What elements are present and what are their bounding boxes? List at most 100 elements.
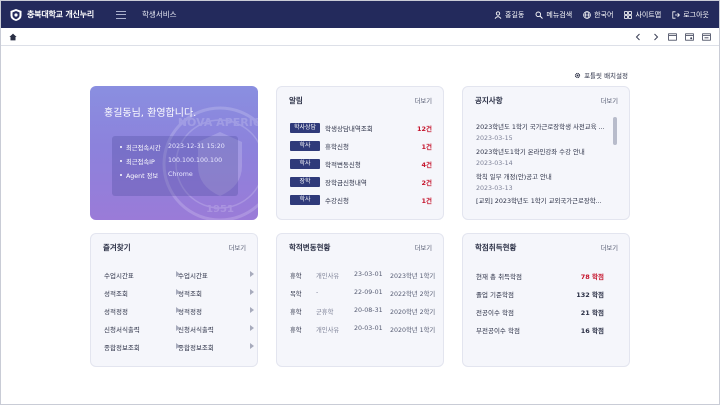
chevron-right-icon bbox=[250, 325, 254, 331]
favorite-item[interactable]: 성적정정 bbox=[178, 306, 254, 316]
info-row: 최근접속시간 2023-12-31 15:20 bbox=[120, 143, 225, 152]
credit-row: 졸업 기준학점 132 학점 bbox=[476, 289, 604, 299]
credit-label: 졸업 기준학점 bbox=[476, 291, 514, 299]
favorite-item[interactable]: 수업시간표 bbox=[178, 270, 254, 280]
alarm-tag: 장학 bbox=[290, 177, 320, 187]
gear-icon bbox=[574, 72, 581, 78]
info-row: 최근접속IP 100.100.100.100 bbox=[120, 157, 222, 166]
favorite-item[interactable]: 종합정보조회 bbox=[178, 342, 254, 352]
logo[interactable]: 충북대학교 개신누리 bbox=[9, 8, 94, 22]
table-row[interactable]: 복학 - 22-09-01 2022학년 2학기 bbox=[290, 289, 438, 298]
alarm-tag: 학사 bbox=[290, 195, 320, 205]
login-info-box: 최근접속시간 2023-12-31 15:20 최근접속IP 100.100.100… bbox=[112, 136, 238, 196]
alarm-label: 수강신청 bbox=[325, 197, 349, 205]
table-row[interactable]: 휴학 개인사유 23-03-01 2023학년 1학기 bbox=[290, 271, 438, 280]
change-reason: 군휴학 bbox=[316, 309, 334, 316]
print-window-icon[interactable] bbox=[702, 32, 711, 41]
logo-text: 충북대학교 개신누리 bbox=[27, 10, 95, 19]
change-type: 휴학 bbox=[290, 327, 302, 334]
home-icon[interactable] bbox=[9, 33, 17, 41]
notice-item-date: 2023-03-13 bbox=[476, 185, 513, 192]
logout-button[interactable]: 로그아웃 bbox=[672, 10, 709, 20]
notice-item-title: 2023학년도1학기 온라인강좌 수강 안내 bbox=[476, 148, 585, 156]
alarm-count: 1건 bbox=[421, 143, 432, 151]
chevron-right-icon bbox=[250, 343, 254, 349]
favorite-label: 종합정보조회 bbox=[178, 344, 214, 352]
info-value: Chrome bbox=[168, 171, 193, 178]
new-window-icon[interactable] bbox=[685, 32, 694, 41]
favorite-item[interactable]: 신청서식출력 bbox=[104, 324, 180, 334]
credits-more-link[interactable]: 더보기 bbox=[601, 243, 618, 252]
credit-value: 21 학점 bbox=[580, 309, 604, 317]
header-actions: 홍길동 메뉴검색 한국어 사이트맵 로그아웃 bbox=[494, 10, 709, 20]
credit-value: 132 학점 bbox=[576, 291, 604, 299]
info-value: 100.100.100.100 bbox=[168, 157, 223, 164]
favorite-label: 신청서식출력 bbox=[178, 326, 214, 334]
favorite-item[interactable]: 신청서식출력 bbox=[178, 324, 254, 334]
globe-icon bbox=[583, 10, 591, 19]
hamburger-menu-icon[interactable] bbox=[116, 10, 127, 19]
notice-item-title: 학칙 일부 개정(안)공고 안내 bbox=[476, 173, 552, 181]
favorites-title: 즐겨찾기 bbox=[103, 243, 131, 252]
chevron-left-icon[interactable] bbox=[634, 33, 643, 41]
table-row[interactable]: 휴학 군휴학 20-08-31 2020학년 2학기 bbox=[290, 307, 438, 316]
info-key: 최근접속IP bbox=[126, 159, 155, 166]
user-name-label: 홍길동 bbox=[505, 10, 525, 19]
alarm-more-link[interactable]: 더보기 bbox=[415, 96, 432, 105]
change-term: 2020학년 2학기 bbox=[390, 309, 436, 316]
credit-label: 전공이수 학점 bbox=[476, 309, 514, 317]
university-emblem-icon bbox=[10, 8, 22, 21]
portlet-setting-button[interactable]: 포틀릿 배치설정 bbox=[574, 70, 628, 80]
window-icon[interactable] bbox=[668, 32, 677, 41]
favorites-more-link[interactable]: 더보기 bbox=[229, 243, 246, 252]
favorite-item[interactable]: 종합정보조회 bbox=[104, 342, 180, 352]
language-button[interactable]: 한국어 bbox=[583, 10, 613, 20]
alarm-row[interactable]: 학사 학적변동신청 4건 bbox=[290, 159, 432, 169]
sitemap-button[interactable]: 사이트맵 bbox=[624, 10, 661, 20]
notice-item-title: [교외] 2023학년도 1학기 교외국가근로장학... bbox=[476, 197, 602, 205]
notice-item[interactable]: 학칙 일부 개정(안)공고 안내 2023-03-13 bbox=[476, 172, 606, 192]
favorite-item[interactable]: 수업시간표 bbox=[104, 270, 180, 280]
alarm-row[interactable]: 장학 장학금신청내역 2건 bbox=[290, 177, 432, 187]
favorite-item[interactable]: 성적조회 bbox=[178, 288, 254, 298]
table-row[interactable]: 휴학 개인사유 20-03-01 2020학년 1학기 bbox=[290, 325, 438, 334]
credits-card: 학점취득현황 더보기 현재 총 취득학점 78 학점 졸업 기준학점 132 학… bbox=[462, 233, 630, 367]
favorite-item[interactable]: 성적조회 bbox=[104, 288, 180, 298]
change-type: 복학 bbox=[290, 291, 302, 298]
favorite-item[interactable]: 성적정정 bbox=[104, 306, 180, 316]
alarm-row[interactable]: 학사 휴학신청 1건 bbox=[290, 141, 432, 151]
notice-item[interactable]: 2023학년도1학기 온라인강좌 수강 안내 2023-03-14 bbox=[476, 147, 606, 167]
notice-item[interactable]: [교외] 2023학년도 1학기 교외국가근로장학... bbox=[476, 196, 606, 205]
portlet-setting-label: 포틀릿 배치설정 bbox=[584, 72, 628, 80]
notice-scrollbar[interactable] bbox=[613, 117, 617, 145]
alarm-row[interactable]: 학사상담 학생상담내역조회 12건 bbox=[290, 123, 432, 133]
change-reason: 개인사유 bbox=[316, 273, 340, 280]
alarm-count: 2건 bbox=[421, 179, 432, 187]
menu-search-button[interactable]: 메뉴검색 bbox=[535, 10, 572, 20]
logout-label: 로그아웃 bbox=[683, 10, 709, 19]
alarm-label: 장학금신청내역 bbox=[325, 179, 367, 187]
change-term: 2022학년 2학기 bbox=[390, 291, 436, 298]
svg-text:1951: 1951 bbox=[206, 204, 234, 215]
alarm-tag: 학사 bbox=[290, 159, 320, 169]
sitemap-icon bbox=[624, 10, 633, 19]
favorite-label: 성적조회 bbox=[178, 290, 202, 298]
search-icon bbox=[535, 11, 544, 19]
alarm-label: 학생상담내역조회 bbox=[325, 125, 373, 133]
notice-more-link[interactable]: 더보기 bbox=[601, 96, 618, 105]
alarm-count: 1건 bbox=[421, 197, 432, 205]
change-date: 22-09-01 bbox=[354, 289, 383, 296]
alarm-card: 알림 더보기 학사상담 학생상담내역조회 12건 학사 휴학신청 1건 학사 학… bbox=[276, 86, 444, 220]
alarm-tag: 학사 bbox=[290, 141, 320, 151]
status-change-more-link[interactable]: 더보기 bbox=[415, 243, 432, 252]
notice-item[interactable]: 2023학년도 1학기 국가근로장학생 사전교육 ... 2023-03-15 bbox=[476, 122, 606, 142]
info-row: Agent 정보 Chrome bbox=[120, 171, 193, 180]
info-key: Agent 정보 bbox=[126, 173, 159, 180]
alarm-row[interactable]: 학사 수강신청 1건 bbox=[290, 195, 432, 205]
status-change-title: 학적변동현황 bbox=[289, 243, 331, 252]
chevron-right-icon[interactable] bbox=[651, 33, 660, 41]
chevron-right-icon bbox=[250, 271, 254, 277]
credit-row: 부전공이수 학점 16 학점 bbox=[476, 325, 604, 335]
user-menu-button[interactable]: 홍길동 bbox=[494, 10, 524, 20]
favorite-label: 성적조회 bbox=[104, 290, 128, 298]
